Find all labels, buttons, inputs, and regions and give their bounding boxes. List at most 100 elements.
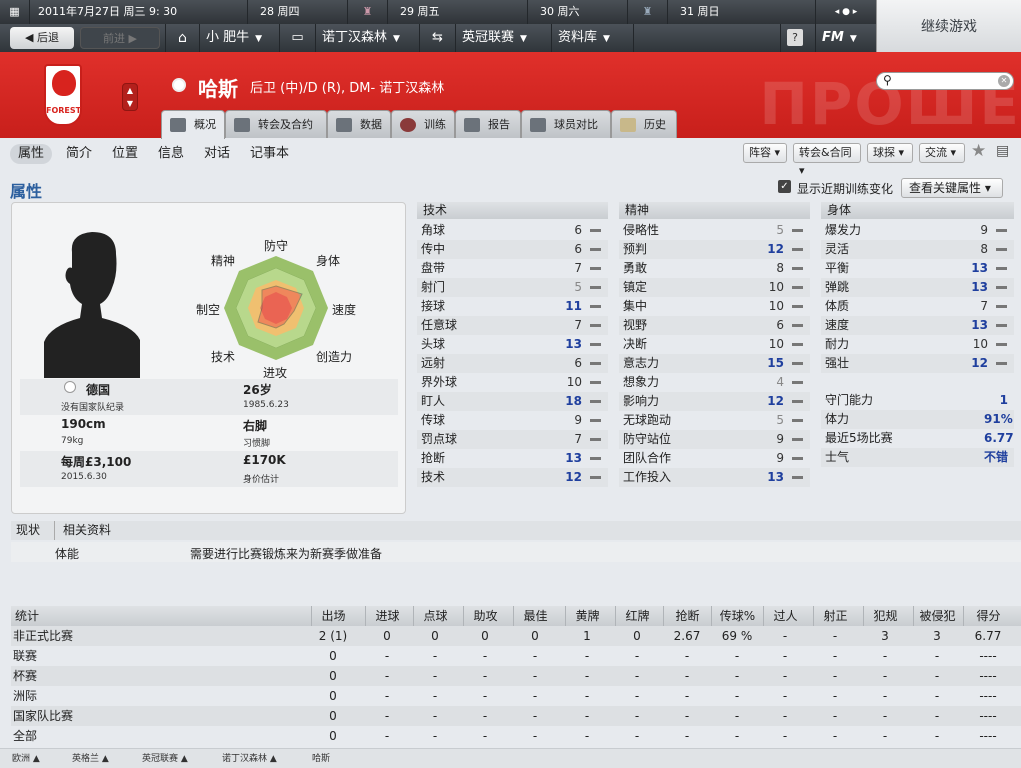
tab-report[interactable]: 报告 bbox=[455, 110, 521, 138]
stats-column-header[interactable]: 点球 bbox=[413, 606, 457, 626]
player-switcher-icon[interactable]: ▲ ▼ bbox=[122, 83, 138, 111]
key-attributes-dropdown[interactable]: 查看关键属性 ▾ bbox=[901, 178, 1003, 198]
attribute-row[interactable]: 远射 6 bbox=[417, 354, 608, 373]
attribute-row[interactable]: 任意球 7 bbox=[417, 316, 608, 335]
club-crest-icon[interactable]: FOREST bbox=[44, 64, 82, 126]
extra-attribute-row[interactable]: 士气 不错 bbox=[821, 448, 1014, 467]
attribute-row[interactable]: 勇敢 8 bbox=[619, 259, 810, 278]
stats-column-header[interactable]: 射正 bbox=[813, 606, 857, 626]
attribute-row[interactable]: 工作投入 13 bbox=[619, 468, 810, 487]
day-cell[interactable]: 29 周五 bbox=[388, 0, 528, 24]
stats-column-header[interactable]: 出场 bbox=[311, 606, 355, 626]
fm-menu[interactable]: FM ▼ bbox=[815, 24, 876, 52]
forward-button[interactable]: 前进 ▶ bbox=[80, 27, 160, 49]
swap-icon[interactable]: ⇆ bbox=[419, 24, 455, 52]
attribute-row[interactable]: 传球 9 bbox=[417, 411, 608, 430]
subnav-notes[interactable]: 记事本 bbox=[250, 144, 289, 164]
breadcrumb-item[interactable]: 哈斯 bbox=[312, 749, 330, 768]
extra-attribute-row[interactable]: 最近5场比赛 6.77 bbox=[821, 429, 1014, 448]
attribute-row[interactable]: 平衡 13 bbox=[821, 259, 1014, 278]
attribute-row[interactable]: 角球 6 bbox=[417, 221, 608, 240]
breadcrumb-item[interactable]: 英格兰 ▲ bbox=[72, 749, 109, 768]
home-icon[interactable]: ⌂ bbox=[165, 24, 199, 52]
attribute-row[interactable]: 传中 6 bbox=[417, 240, 608, 259]
attribute-row[interactable]: 镇定 10 bbox=[619, 278, 810, 297]
stats-row[interactable]: 非正式比赛 2 (1) 0 0 0 0 1 0 2.67 69 % - - 3 3 6.77 bbox=[11, 626, 1021, 646]
day-cell[interactable]: 31 周日 bbox=[668, 0, 816, 24]
related-tab[interactable]: 相关资料 bbox=[54, 521, 111, 540]
tab-transfer[interactable]: 转会及合约 bbox=[225, 110, 327, 138]
attribute-row[interactable]: 盯人 18 bbox=[417, 392, 608, 411]
attribute-row[interactable]: 技术 12 bbox=[417, 468, 608, 487]
scout-dropdown[interactable]: 球探 ▾ bbox=[867, 143, 913, 163]
subnav-profile[interactable]: 简介 bbox=[66, 144, 92, 164]
breadcrumb-item[interactable]: 英冠联赛 ▲ bbox=[142, 749, 188, 768]
subnav-position[interactable]: 位置 bbox=[112, 144, 138, 164]
attribute-row[interactable]: 强壮 12 bbox=[821, 354, 1014, 373]
attribute-row[interactable]: 团队合作 9 bbox=[619, 449, 810, 468]
stats-column-header[interactable]: 红牌 bbox=[615, 606, 659, 626]
match-badge-icon[interactable]: ♜ bbox=[348, 0, 388, 24]
menu-manager[interactable]: 小 肥牛 ▼ bbox=[199, 24, 279, 52]
attribute-row[interactable]: 集中 10 bbox=[619, 297, 810, 316]
menu-league[interactable]: 英冠联赛 ▼ bbox=[455, 24, 551, 52]
continue-button[interactable]: 继续游戏 bbox=[876, 0, 1021, 52]
menu-database[interactable]: 资料库 ▼ bbox=[551, 24, 633, 52]
attribute-row[interactable]: 视野 6 bbox=[619, 316, 810, 335]
attribute-row[interactable]: 侵略性 5 bbox=[619, 221, 810, 240]
subnav-attributes[interactable]: 属性 bbox=[10, 144, 53, 164]
attribute-row[interactable]: 射门 5 bbox=[417, 278, 608, 297]
stats-row[interactable]: 洲际 0- - - - - - - - - - - - ---- bbox=[11, 686, 1021, 706]
status-tab[interactable]: 现状 bbox=[16, 521, 40, 540]
attribute-row[interactable]: 无球跑动 5 bbox=[619, 411, 810, 430]
training-checkbox[interactable]: ✓ bbox=[778, 180, 791, 193]
breadcrumb-item[interactable]: 欧洲 ▲ bbox=[12, 749, 40, 768]
extra-attribute-row[interactable]: 体力 91% bbox=[821, 410, 1014, 429]
tab-training[interactable]: 训练 bbox=[391, 110, 455, 138]
extra-attribute-row[interactable]: 守门能力 1 bbox=[821, 391, 1014, 410]
stats-column-header[interactable]: 黄牌 bbox=[565, 606, 609, 626]
attribute-row[interactable]: 决断 10 bbox=[619, 335, 810, 354]
tab-history[interactable]: 历史 bbox=[611, 110, 677, 138]
stats-column-header[interactable]: 抢断 bbox=[663, 606, 711, 626]
nationality[interactable]: 德国 bbox=[86, 381, 110, 398]
calendar-icon[interactable]: ▦ bbox=[0, 0, 30, 24]
menu-club[interactable]: 诺丁汉森林 ▼ bbox=[315, 24, 419, 52]
transfer-dropdown[interactable]: 转会&合同 ▾ bbox=[793, 143, 861, 177]
attribute-row[interactable]: 罚点球 7 bbox=[417, 430, 608, 449]
day-cell[interactable]: 30 周六 bbox=[528, 0, 628, 24]
stats-column-header[interactable]: 传球% bbox=[711, 606, 763, 626]
attribute-row[interactable]: 体质 7 bbox=[821, 297, 1014, 316]
interact-dropdown[interactable]: 交流 ▾ bbox=[919, 143, 965, 163]
stats-row[interactable]: 全部 0- - - - - - - - - - - - ---- bbox=[11, 726, 1021, 746]
attribute-row[interactable]: 接球 11 bbox=[417, 297, 608, 316]
subnav-info[interactable]: 信息 bbox=[158, 144, 184, 164]
help-button[interactable]: ? bbox=[787, 29, 803, 46]
inbox-icon[interactable]: ▭ bbox=[279, 24, 315, 52]
stats-row[interactable]: 国家队比赛 0- - - - - - - - - - - - ---- bbox=[11, 706, 1021, 726]
stats-row[interactable]: 联赛 0- - - - - - - - - - - - ---- bbox=[11, 646, 1021, 666]
attribute-row[interactable]: 头球 13 bbox=[417, 335, 608, 354]
attribute-row[interactable]: 盘带 7 bbox=[417, 259, 608, 278]
attribute-row[interactable]: 预判 12 bbox=[619, 240, 810, 259]
attribute-row[interactable]: 耐力 10 bbox=[821, 335, 1014, 354]
stats-column-header[interactable]: 犯规 bbox=[863, 606, 907, 626]
tab-overview[interactable]: 概况 bbox=[161, 110, 225, 139]
search-input[interactable]: ⚲ ✕ bbox=[876, 72, 1014, 90]
stats-column-header[interactable]: 进球 bbox=[365, 606, 409, 626]
subnav-conversation[interactable]: 对话 bbox=[204, 144, 230, 164]
attribute-row[interactable]: 界外球 10 bbox=[417, 373, 608, 392]
stats-row[interactable]: 杯赛 0- - - - - - - - - - - - ---- bbox=[11, 666, 1021, 686]
tab-compare[interactable]: 球员对比 bbox=[521, 110, 611, 138]
attribute-row[interactable]: 防守站位 9 bbox=[619, 430, 810, 449]
add-note-icon[interactable]: ▤ bbox=[996, 143, 1009, 159]
day-cell[interactable]: 28 周四 bbox=[248, 0, 348, 24]
stats-column-header[interactable]: 最佳 bbox=[513, 606, 557, 626]
attribute-row[interactable]: 意志力 15 bbox=[619, 354, 810, 373]
stats-column-header[interactable]: 被侵犯 bbox=[913, 606, 961, 626]
breadcrumb-item[interactable]: 诺丁汉森林 ▲ bbox=[222, 749, 277, 768]
stats-column-header[interactable]: 助攻 bbox=[463, 606, 507, 626]
attribute-row[interactable]: 抢断 13 bbox=[417, 449, 608, 468]
attribute-row[interactable]: 爆发力 9 bbox=[821, 221, 1014, 240]
squad-dropdown[interactable]: 阵容 ▾ bbox=[743, 143, 787, 163]
